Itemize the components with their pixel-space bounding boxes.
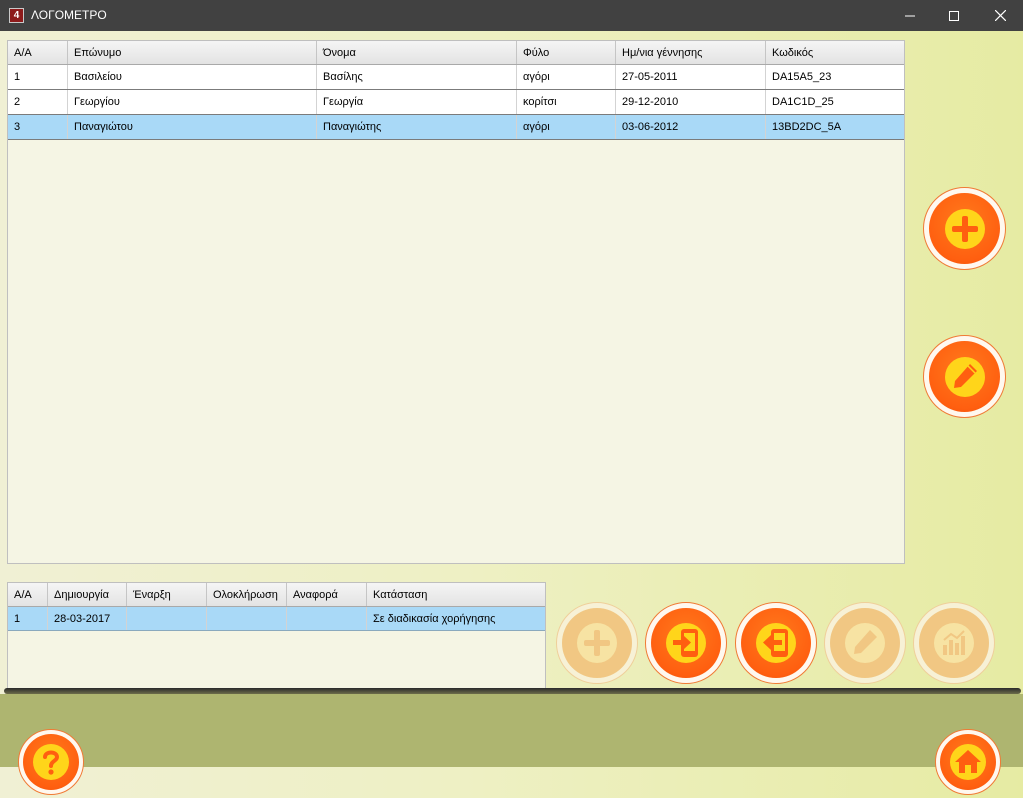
- cell-name: Παναγιώτης: [317, 115, 517, 139]
- table-row-selected[interactable]: 1 28-03-2017 Σε διαδικασία χορήγησης: [8, 607, 545, 631]
- cell-surname: Παναγιώτου: [68, 115, 317, 139]
- column-header-status[interactable]: Κατάσταση: [367, 583, 545, 606]
- column-header-birthdate[interactable]: Ημ/νια γέννησης: [616, 41, 766, 64]
- pencil-icon: [845, 623, 885, 663]
- column-header-completion[interactable]: Ολοκλήρωση: [207, 583, 287, 606]
- add-student-button[interactable]: [923, 187, 1006, 270]
- column-header-gender[interactable]: Φύλο: [517, 41, 616, 64]
- cell-aa: 1: [8, 65, 68, 89]
- table-row[interactable]: 2 Γεωργίου Γεωργία κορίτσι 29-12-2010 DA…: [8, 90, 904, 115]
- column-header-created[interactable]: Δημιουργία: [48, 583, 127, 606]
- cell-gender: κορίτσι: [517, 90, 616, 114]
- add-test-button[interactable]: [556, 602, 638, 684]
- cell-start: [127, 607, 207, 630]
- cell-gender: αγόρι: [517, 115, 616, 139]
- home-icon: [950, 744, 986, 780]
- chart-icon: [934, 623, 974, 663]
- table-row[interactable]: 1 Βασιλείου Βασίλης αγόρι 27-05-2011 DA1…: [8, 65, 904, 90]
- minimize-icon: [905, 15, 915, 16]
- plus-icon: [577, 623, 617, 663]
- cell-created: 28-03-2017: [48, 607, 127, 630]
- cell-code: 13BD2DC_5A: [772, 121, 842, 133]
- cell-completion: [207, 607, 287, 630]
- cell-birthdate: 27-05-2011: [616, 65, 766, 89]
- window-title: ΛΟΓΟΜΕΤΡΟ: [31, 8, 107, 22]
- export-to-tablet-button[interactable]: [645, 602, 727, 684]
- app-icon: 4: [9, 8, 24, 23]
- students-table: Α/Α Επώνυμο Όνομα Φύλο Ημ/νια γέννησης Κ…: [7, 40, 905, 564]
- cell-report: [287, 607, 367, 630]
- cell-aa: 1: [8, 607, 48, 630]
- title-bar: 4 ΛΟΓΟΜΕΤΡΟ: [0, 0, 1023, 31]
- cell-code: DA15A5_23: [772, 71, 832, 83]
- footer-bar: [0, 694, 1023, 767]
- import-from-tablet-button[interactable]: [735, 602, 817, 684]
- column-header-code[interactable]: Κωδικός: [766, 41, 904, 64]
- cell-birthdate: 29-12-2010: [616, 90, 766, 114]
- cell-status: Σε διαδικασία χορήγησης: [373, 613, 496, 625]
- tablet-export-icon: [756, 623, 796, 663]
- pencil-icon: [944, 356, 985, 397]
- cell-name: Βασίλης: [317, 65, 517, 89]
- table-header: Α/Α Επώνυμο Όνομα Φύλο Ημ/νια γέννησης Κ…: [8, 41, 904, 65]
- close-button[interactable]: [977, 0, 1023, 31]
- column-header-start[interactable]: Έναρξη: [127, 583, 207, 606]
- cell-name: Γεωργία: [317, 90, 517, 114]
- report-button[interactable]: [913, 602, 995, 684]
- help-button[interactable]: [18, 729, 84, 795]
- cell-surname: Γεωργίου: [68, 90, 317, 114]
- plus-icon: [944, 208, 985, 249]
- column-header-name[interactable]: Όνομα: [317, 41, 517, 64]
- home-button[interactable]: [935, 729, 1001, 795]
- cell-aa: 2: [8, 90, 68, 114]
- question-icon: [33, 744, 69, 780]
- cell-gender: αγόρι: [517, 65, 616, 89]
- cell-code: DA1C1D_25: [772, 96, 834, 108]
- maximize-icon: [949, 10, 959, 21]
- column-header-aa[interactable]: Α/Α: [8, 583, 48, 606]
- column-header-aa[interactable]: Α/Α: [8, 41, 68, 64]
- cell-aa: 3: [8, 115, 68, 139]
- cell-birthdate: 03-06-2012: [616, 115, 766, 139]
- column-header-surname[interactable]: Επώνυμο: [68, 41, 317, 64]
- table-row-selected[interactable]: 3 Παναγιώτου Παναγιώτης αγόρι 03-06-2012…: [8, 115, 904, 140]
- tablet-import-icon: [666, 623, 706, 663]
- edit-student-button[interactable]: [923, 335, 1006, 418]
- table-header: Α/Α Δημιουργία Έναρξη Ολοκλήρωση Αναφορά…: [8, 583, 545, 607]
- maximize-button[interactable]: [931, 0, 977, 31]
- minimize-button[interactable]: [887, 0, 933, 31]
- column-header-report[interactable]: Αναφορά: [287, 583, 367, 606]
- cell-surname: Βασιλείου: [68, 65, 317, 89]
- close-icon: [994, 10, 1006, 21]
- edit-test-button[interactable]: [824, 602, 906, 684]
